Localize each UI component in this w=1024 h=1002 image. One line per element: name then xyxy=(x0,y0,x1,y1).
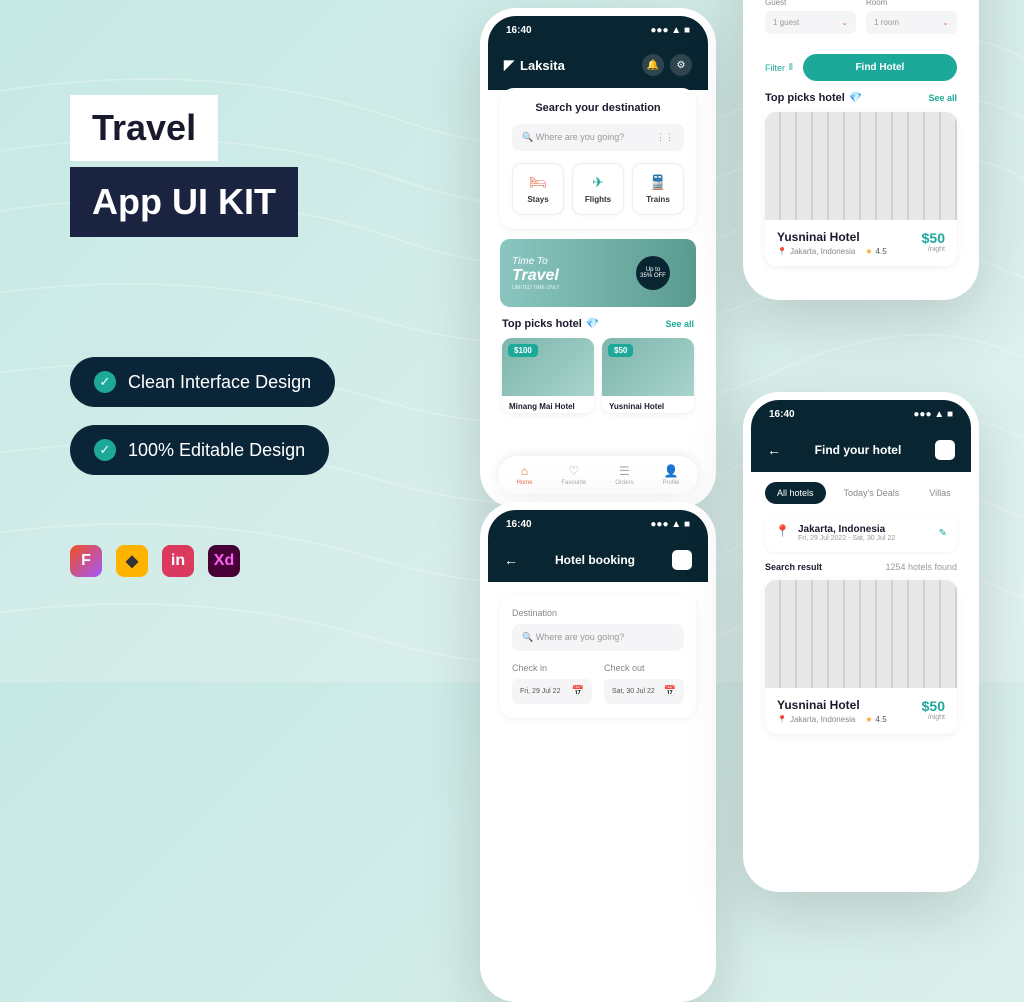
feature-pill-2: ✓ 100% Editable Design xyxy=(70,425,329,475)
hotel-card-large[interactable]: Yusninai Hotel 📍Jakarta, Indonesia ★4.5 … xyxy=(765,112,957,266)
pin-icon: 📍 xyxy=(777,247,787,256)
section-title: Top picks hotel 💎 xyxy=(765,91,863,104)
sketch-icon: ◆ xyxy=(116,545,148,577)
tab-more[interactable]: Mo xyxy=(969,482,971,504)
discount-badge: Up to 35% OFF xyxy=(636,256,670,290)
feature-pill-1: ✓ Clean Interface Design xyxy=(70,357,335,407)
feature-text: 100% Editable Design xyxy=(128,440,305,461)
section-title: Top picks hotel 💎 xyxy=(502,317,600,330)
phone-filter: Guest 1 guest⌄ Room 1 room⌄ Filter ⫴ Fin… xyxy=(743,0,979,300)
xd-icon: Xd xyxy=(208,545,240,577)
user-icon: 👤 xyxy=(664,464,679,478)
filter-tabs: All hotels Today's Deals Villas Mo xyxy=(751,472,971,514)
category-trains[interactable]: 🚆 Trains xyxy=(632,163,684,215)
promo-banner[interactable]: Time To Travel LIMITED TIME ONLY Up to 3… xyxy=(500,239,696,307)
time: 16:40 xyxy=(506,25,532,36)
phone-home: 16:40 ●●● ▲ ■ ◤ Laksita 🔔 ⚙ Search your … xyxy=(480,8,716,508)
bottom-nav: ⌂Home ♡Favourite ☰Orders 👤Profile xyxy=(498,456,698,494)
sliders-icon: ⫴ xyxy=(789,62,793,73)
star-icon: ★ xyxy=(865,247,872,256)
app-header: ◤ Laksita 🔔 ⚙ xyxy=(488,44,708,90)
plane-icon: ✈ xyxy=(579,174,617,191)
calendar-icon: 📅 xyxy=(572,686,584,697)
destination-input[interactable]: 🔍 Where are you going? xyxy=(512,624,684,651)
brand: ◤ Laksita xyxy=(504,57,565,73)
check-icon: ✓ xyxy=(94,439,116,461)
invision-icon: in xyxy=(162,545,194,577)
send-icon: ◤ xyxy=(504,57,514,73)
hotel-card-large[interactable]: Yusninai Hotel 📍Jakarta, Indonesia ★4.5 … xyxy=(765,580,957,734)
checkout-input[interactable]: Sat, 30 Jul 22📅 xyxy=(604,679,684,704)
map-icon[interactable] xyxy=(935,440,955,460)
see-all-link[interactable]: See all xyxy=(665,319,694,329)
check-icon: ✓ xyxy=(94,371,116,393)
train-icon: 🚆 xyxy=(639,174,677,191)
heart-icon: ♡ xyxy=(568,464,579,478)
status-bar: 16:40 ●●● ▲ ■ xyxy=(488,16,708,44)
booking-card: Destination 🔍 Where are you going? Check… xyxy=(500,594,696,718)
status-bar: 16:40●●● ▲ ■ xyxy=(488,510,708,538)
tab-deals[interactable]: Today's Deals xyxy=(832,482,912,504)
search-title: Search your destination xyxy=(512,102,684,114)
pin-icon: 📍 xyxy=(775,524,790,538)
star-icon: ★ xyxy=(865,715,872,724)
list-icon: ☰ xyxy=(619,464,630,478)
location-card: 📍 Jakarta, Indonesia Fri, 29 Jul 2022 - … xyxy=(765,514,957,552)
bell-icon[interactable]: 🔔 xyxy=(642,54,664,76)
feature-text: Clean Interface Design xyxy=(128,372,311,393)
phone-booking: 16:40●●● ▲ ■ ← Hotel booking Destination… xyxy=(480,502,716,1002)
status-icons: ●●● ▲ ■ xyxy=(650,25,690,36)
search-header: ← Find your hotel xyxy=(751,428,971,472)
filter-button[interactable]: Filter ⫴ xyxy=(765,62,793,73)
nav-home[interactable]: ⌂Home xyxy=(516,464,532,486)
category-flights[interactable]: ✈ Flights xyxy=(572,163,624,215)
hotel-card[interactable]: $50 Yusninai Hotel xyxy=(602,338,694,413)
back-arrow-icon[interactable]: ← xyxy=(767,442,781,458)
tab-villas[interactable]: Villas xyxy=(917,482,962,504)
calendar-icon: 📅 xyxy=(664,686,676,697)
bed-icon: 🛏 xyxy=(519,174,557,191)
chevron-down-icon: ⌄ xyxy=(841,18,848,27)
filter-icon[interactable]: ⋮⋮ xyxy=(656,132,674,143)
search-card: Search your destination 🔍 Where are you … xyxy=(500,88,696,229)
brand-name: Laksita xyxy=(520,58,565,73)
tab-all-hotels[interactable]: All hotels xyxy=(765,482,826,504)
back-arrow-icon[interactable]: ← xyxy=(504,552,518,568)
checkin-input[interactable]: Fri, 29 Jul 22📅 xyxy=(512,679,592,704)
nav-orders[interactable]: ☰Orders xyxy=(615,464,633,486)
category-stays[interactable]: 🛏 Stays xyxy=(512,163,564,215)
pin-icon: 📍 xyxy=(777,715,787,724)
figma-icon: F xyxy=(70,545,102,577)
app-icons-row: F ◆ in Xd xyxy=(70,545,410,577)
search-input[interactable]: 🔍 Where are you going? ⋮⋮ xyxy=(512,124,684,151)
find-hotel-button[interactable]: Find Hotel xyxy=(803,54,957,81)
home-icon: ⌂ xyxy=(521,464,528,478)
map-icon[interactable] xyxy=(672,550,692,570)
see-all-link[interactable]: See all xyxy=(928,93,957,103)
nav-profile[interactable]: 👤Profile xyxy=(662,464,679,486)
gear-icon[interactable]: ⚙ xyxy=(670,54,692,76)
hotel-card[interactable]: $100 Minang Mai Hotel xyxy=(502,338,594,413)
subtitle: App UI KIT xyxy=(70,167,298,237)
status-bar: 16:40●●● ▲ ■ xyxy=(751,400,971,428)
nav-favourite[interactable]: ♡Favourite xyxy=(561,464,586,486)
phone-search-results: 16:40●●● ▲ ■ ← Find your hotel All hotel… xyxy=(743,392,979,892)
title: Travel xyxy=(70,95,218,161)
marketing-left-panel: Travel App UI KIT ✓ Clean Interface Desi… xyxy=(70,95,410,577)
guest-dropdown[interactable]: Guest 1 guest⌄ xyxy=(765,0,856,34)
room-dropdown[interactable]: Room 1 room⌄ xyxy=(866,0,957,34)
chevron-down-icon: ⌄ xyxy=(942,18,949,27)
edit-icon[interactable]: ✎ xyxy=(939,528,947,539)
booking-header: ← Hotel booking xyxy=(488,538,708,582)
